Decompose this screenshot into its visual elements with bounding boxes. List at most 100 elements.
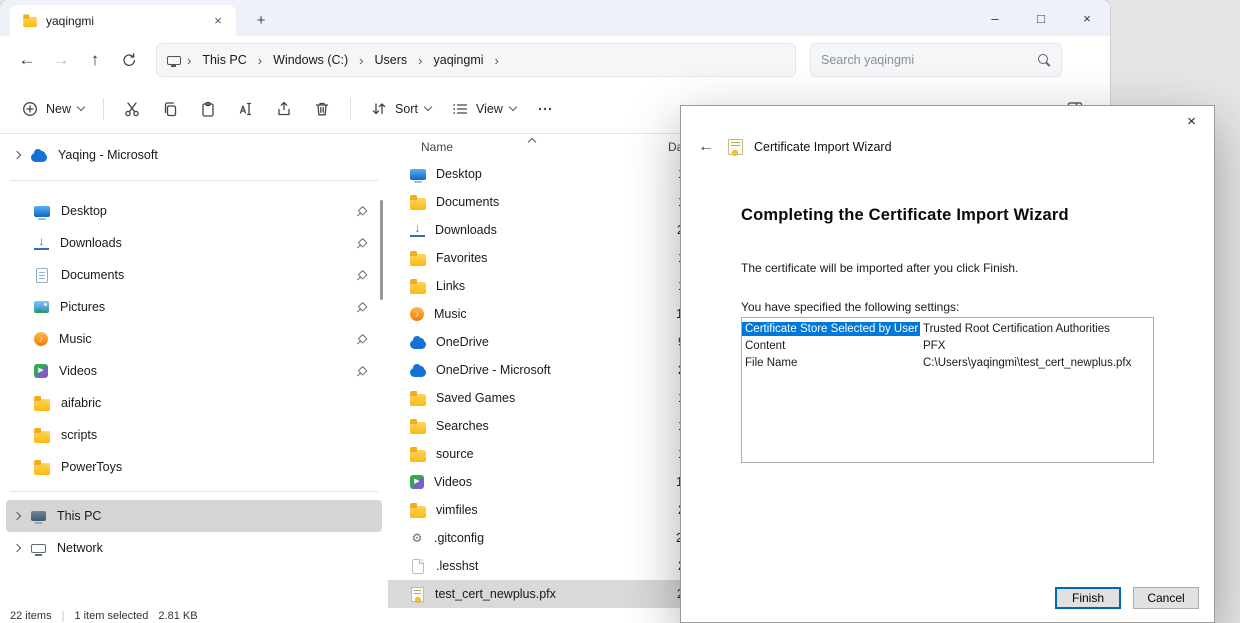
wizard-heading: Completing the Certificate Import Wizard (741, 206, 1154, 225)
wizard-text-line1: The certificate will be imported after y… (741, 261, 1154, 275)
file-name: .lesshst (436, 559, 668, 573)
breadcrumb-windows-c[interactable]: Windows (C:) (268, 50, 353, 70)
sidebar-scrollbar[interactable] (380, 200, 383, 300)
copy-button[interactable] (152, 94, 188, 124)
sidebar-item-this-pc[interactable]: This PC (6, 500, 382, 532)
search-input[interactable]: Search yaqingmi (810, 43, 1062, 77)
more-options-button[interactable] (527, 94, 563, 124)
setting-key-selected[interactable]: Certificate Store Selected by User (742, 322, 920, 336)
finish-button[interactable]: Finish (1055, 587, 1121, 609)
explorer-tab[interactable]: yaqingmi × (10, 5, 236, 36)
breadcrumb-yaqingmi[interactable]: yaqingmi (429, 50, 489, 70)
folder-icon (34, 463, 50, 475)
sidebar-onedrive-label: Yaqing - Microsoft (58, 148, 158, 162)
folder-icon (410, 394, 426, 406)
wizard-close-button[interactable]: × (1169, 106, 1214, 136)
selection-count: 1 item selected (74, 610, 148, 622)
breadcrumb-this-pc[interactable]: This PC (197, 50, 251, 70)
sidebar-item-label: Downloads (60, 236, 122, 250)
onedrive-cloud-icon (31, 153, 47, 162)
sidebar-item-powertoys[interactable]: PowerToys (6, 451, 382, 483)
settings-row[interactable]: Certificate Store Selected by User Trust… (742, 320, 1153, 337)
sidebar-item-label: Documents (61, 268, 124, 282)
back-button[interactable]: ← (10, 44, 44, 76)
sidebar-item-aifabric[interactable]: aifabric (6, 387, 382, 419)
tab-close-icon[interactable]: × (208, 11, 228, 31)
folder-icon (410, 506, 426, 518)
minimize-button[interactable]: – (972, 0, 1018, 36)
pin-icon (353, 363, 369, 379)
desktop-icon (410, 169, 426, 180)
new-button[interactable]: New (12, 94, 93, 124)
sidebar-item-label: This PC (57, 509, 101, 523)
forward-button[interactable]: → (44, 44, 78, 76)
refresh-button[interactable] (112, 44, 146, 76)
sidebar-item-label: Desktop (61, 204, 107, 218)
settings-row[interactable]: File Name C:\Users\yaqingmi\test_cert_ne… (742, 354, 1153, 371)
sidebar-item-onedrive[interactable]: Yaqing - Microsoft (6, 138, 382, 172)
this-pc-icon (31, 511, 46, 521)
pin-icon (353, 235, 369, 251)
folder-icon (23, 17, 37, 27)
toolbar-divider (103, 98, 104, 120)
chevron-down-icon (77, 103, 85, 111)
new-icon (21, 100, 39, 118)
sidebar-item-pictures[interactable]: Pictures (6, 291, 382, 323)
breadcrumb-separator: › (357, 53, 365, 68)
toolbar-divider (350, 98, 351, 120)
sidebar-item-label: Music (59, 332, 92, 346)
sidebar-item-documents[interactable]: Documents (6, 259, 382, 291)
setting-value: C:\Users\yaqingmi\test_cert_newplus.pfx (920, 357, 1131, 369)
tab-bar: yaqingmi × + – □ × (0, 0, 1110, 36)
file-name: Links (436, 279, 668, 293)
maximize-button[interactable]: □ (1018, 0, 1064, 36)
settings-list[interactable]: Certificate Store Selected by User Trust… (741, 317, 1154, 463)
sidebar-item-music[interactable]: Music (6, 323, 382, 355)
navigation-sidebar: Yaqing - Microsoft Desktop Downloads Doc… (0, 134, 388, 608)
folder-icon (34, 431, 50, 443)
breadcrumb-separator: › (256, 53, 264, 68)
pin-icon (353, 299, 369, 315)
view-button[interactable]: View (442, 94, 525, 124)
file-name: Videos (434, 475, 666, 489)
up-button[interactable]: ↑ (78, 44, 112, 76)
settings-row[interactable]: Content PFX (742, 337, 1153, 354)
sidebar-item-desktop[interactable]: Desktop (6, 195, 382, 227)
cancel-button[interactable]: Cancel (1133, 587, 1199, 609)
search-placeholder: Search yaqingmi (821, 53, 1037, 67)
file-name: test_cert_newplus.pfx (435, 587, 667, 601)
sidebar-item-downloads[interactable]: Downloads (6, 227, 382, 259)
sidebar-item-label: Pictures (60, 300, 105, 314)
column-header-name[interactable]: Name (421, 140, 668, 154)
chevron-right-icon (13, 512, 21, 520)
close-button[interactable]: × (1064, 0, 1110, 36)
breadcrumb-separator: › (416, 53, 424, 68)
chevron-right-icon (13, 151, 21, 159)
pin-icon (353, 267, 369, 283)
wizard-back-button[interactable]: ← (695, 138, 717, 156)
rename-button[interactable] (228, 94, 264, 124)
sort-button[interactable]: Sort (361, 94, 440, 124)
new-tab-button[interactable]: + (250, 12, 272, 29)
sidebar-item-network[interactable]: Network (6, 532, 382, 564)
file-name: Saved Games (436, 391, 668, 405)
sidebar-item-label: aifabric (61, 396, 101, 410)
videos-icon (410, 475, 424, 489)
address-bar[interactable]: › This PC › Windows (C:) › Users › yaqin… (156, 43, 796, 77)
setting-key[interactable]: File Name (742, 356, 920, 370)
videos-icon (34, 364, 48, 378)
desktop-icon (34, 206, 50, 217)
sidebar-item-videos[interactable]: Videos (6, 355, 382, 387)
file-name: source (436, 447, 668, 461)
paste-button[interactable] (190, 94, 226, 124)
downloads-icon (410, 223, 425, 237)
wizard-title: Certificate Import Wizard (754, 140, 892, 154)
file-name: OneDrive (436, 335, 668, 349)
delete-button[interactable] (304, 94, 340, 124)
breadcrumb-users[interactable]: Users (370, 50, 413, 70)
documents-icon (36, 268, 48, 283)
sidebar-item-scripts[interactable]: scripts (6, 419, 382, 451)
cut-button[interactable] (114, 94, 150, 124)
share-button[interactable] (266, 94, 302, 124)
setting-key[interactable]: Content (742, 339, 920, 353)
